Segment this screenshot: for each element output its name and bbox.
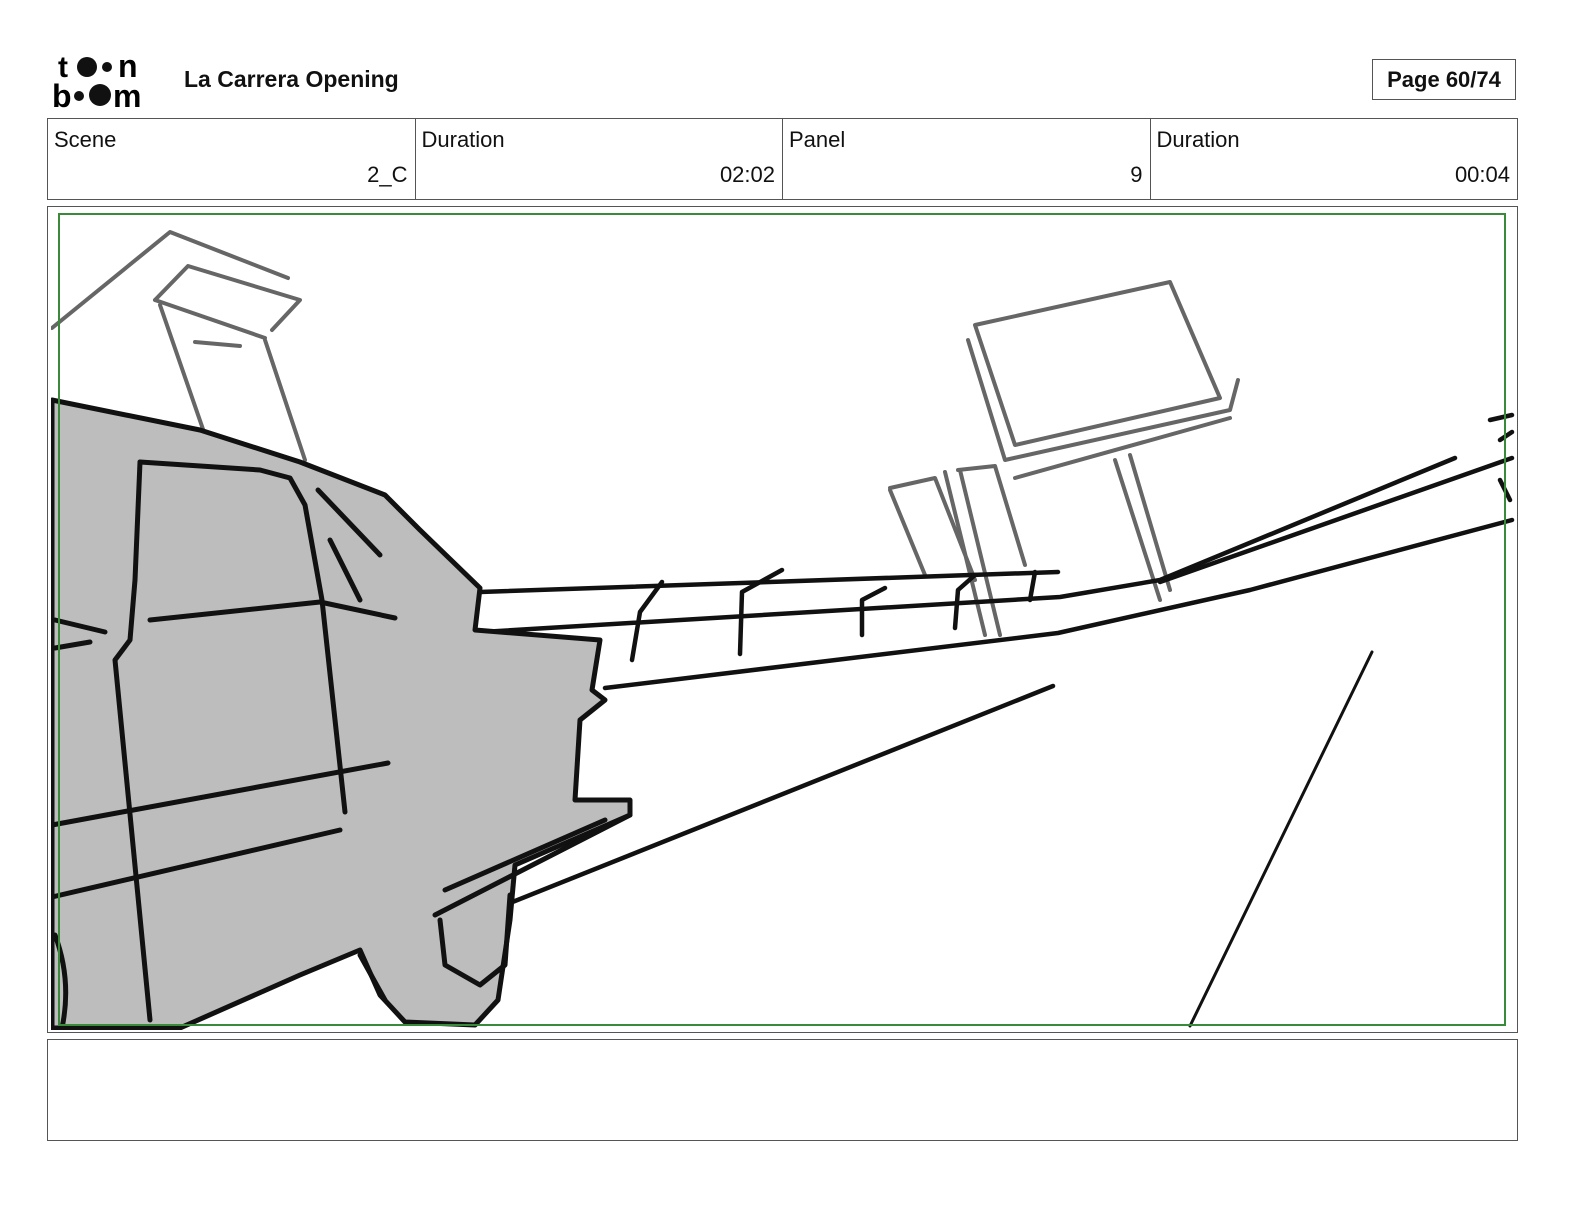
- caption-box[interactable]: [47, 1039, 1518, 1141]
- safe-frame: [58, 213, 1506, 1026]
